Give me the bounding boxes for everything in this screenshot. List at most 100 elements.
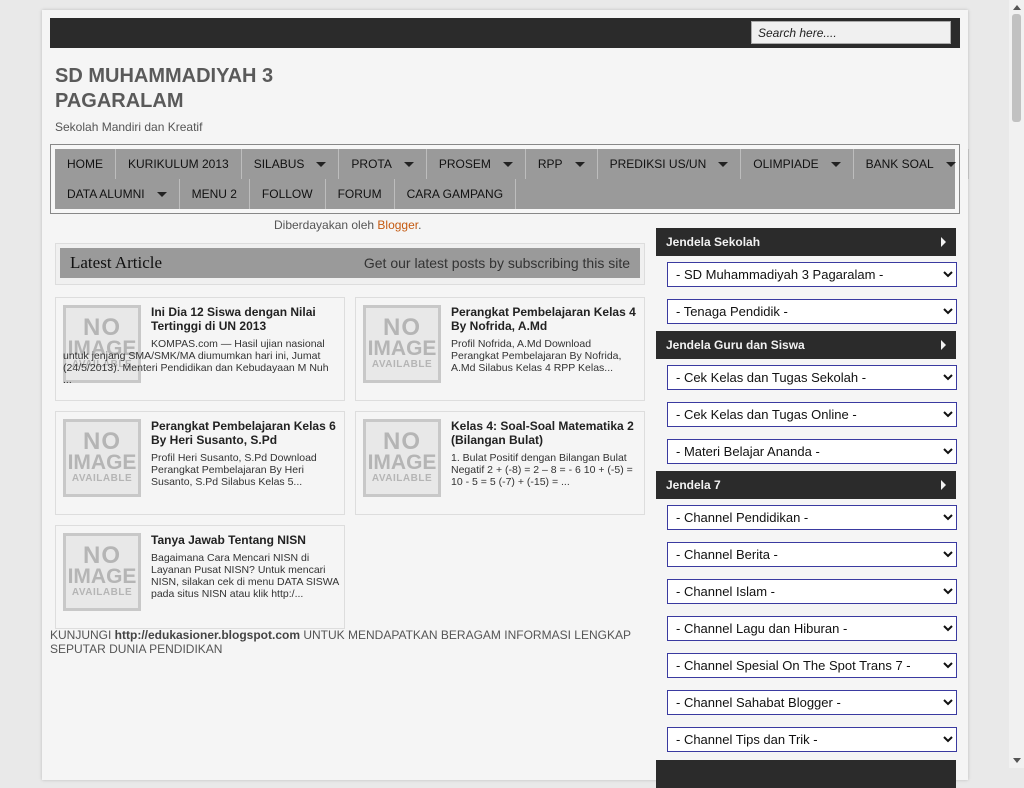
nav-item-prediksi[interactable]: PREDIKSI US/UN <box>598 149 742 179</box>
nav-item-label: SILABUS <box>253 157 305 171</box>
nav-item-label: FORUM <box>337 187 382 201</box>
latest-article-bar: Latest Article Get our latest posts by s… <box>60 248 640 278</box>
main-nav-wrapper: HOME KURIKULUM 2013 SILABUS PROTA PROSEM… <box>50 144 969 214</box>
main-nav: HOME KURIKULUM 2013 SILABUS PROTA PROSEM… <box>55 149 969 209</box>
select-channel-sahabat-blogger[interactable]: - Channel Sahabat Blogger - <box>667 690 957 715</box>
widget-title: Jendela Sekolah <box>666 235 761 249</box>
select-channel-pendidikan[interactable]: - Channel Pendidikan - <box>667 505 957 530</box>
search-input[interactable] <box>751 21 951 44</box>
no-image-thumbnail[interactable]: NO IMAGE AVAILABLE <box>363 305 441 383</box>
post-excerpt: KOMPAS.com — Hasil ujian nasional untuk … <box>63 338 329 386</box>
thumb-image: IMAGE <box>67 451 137 474</box>
latest-article-subtitle: Get our latest posts by subscribing this… <box>363 255 630 271</box>
nav-item-follow[interactable]: FOLLOW <box>250 179 326 209</box>
nav-item-label: HOME <box>67 157 103 171</box>
chevron-down-icon <box>945 161 956 167</box>
nav-item-cara-gampang[interactable]: CARA GAMPANG <box>395 179 517 209</box>
select-tenaga-pendidik[interactable]: - Tenaga Pendidik - <box>667 299 957 324</box>
select-materi-belajar[interactable]: - Materi Belajar Ananda - <box>667 439 957 464</box>
post-title-link[interactable]: Perangkat Pembelajaran Kelas 4 By Nofrid… <box>451 305 641 333</box>
no-image-thumbnail[interactable]: NO IMAGE AVAILABLE <box>363 419 441 497</box>
post-title-link[interactable]: Ini Dia 12 Siswa dengan Nilai Tertinggi … <box>151 305 341 333</box>
page-scrollbar[interactable] <box>1009 0 1024 768</box>
widget-header-next[interactable] <box>656 760 956 788</box>
post-excerpt: Profil Nofrida, A.Md Download Perangkat … <box>451 338 622 374</box>
post-title-link[interactable]: Perangkat Pembelajaran Kelas 6 By Heri S… <box>151 419 341 447</box>
nav-item-label: MENU 2 <box>191 187 237 201</box>
arrow-right-icon <box>941 237 946 247</box>
blog-title[interactable]: SD MUHAMMADIYAH 3 PAGARALAM <box>55 64 335 114</box>
nav-item-label: PROTA <box>351 157 392 171</box>
select-sd-muhammadiyah[interactable]: - SD Muhammadiyah 3 Pagaralam - <box>667 262 957 287</box>
post-excerpt: 1. Bulat Positif dengan Bilangan Bulat N… <box>451 452 633 488</box>
footer-note-prefix: KUNJUNGI <box>50 628 115 642</box>
arrow-right-icon <box>941 340 946 350</box>
select-channel-tips[interactable]: - Channel Tips dan Trik - <box>667 727 957 752</box>
no-image-thumbnail[interactable]: NO IMAGE AVAILABLE <box>63 419 141 497</box>
thumb-available: AVAILABLE <box>371 473 433 484</box>
post-card: NO IMAGE AVAILABLE Perangkat Pembelajaran … <box>55 411 345 515</box>
nav-item-label: RPP <box>537 157 563 171</box>
footer-note-url[interactable]: http://edukasioner.blogspot.com <box>115 628 300 642</box>
select-cek-kelas-sekolah[interactable]: - Cek Kelas dan Tugas Sekolah - <box>667 365 957 390</box>
footer-note: KUNJUNGI http://edukasioner.blogspot.com… <box>50 628 650 656</box>
nav-item-rpp[interactable]: RPP <box>526 149 598 179</box>
no-image-thumbnail[interactable]: NO IMAGE AVAILABLE <box>63 533 141 611</box>
latest-article-title: Latest Article <box>70 253 163 272</box>
nav-row-2: DATA ALUMNI MENU 2 FOLLOW FORUM CARA GAM… <box>55 179 955 209</box>
chevron-down-icon <box>316 161 327 167</box>
thumb-no: NO <box>83 542 121 569</box>
scroll-up-arrow-icon[interactable] <box>1013 5 1021 10</box>
select-channel-berita[interactable]: - Channel Berita - <box>667 542 957 567</box>
thumb-no: NO <box>383 314 421 341</box>
select-channel-spesial[interactable]: - Channel Spesial On The Spot Trans 7 - <box>667 653 957 678</box>
nav-row-1: HOME KURIKULUM 2013 SILABUS PROTA PROSEM… <box>55 149 969 179</box>
nav-item-prota[interactable]: PROTA <box>339 149 427 179</box>
post-title-link[interactable]: Tanya Jawab Tentang NISN <box>151 533 341 547</box>
chevron-down-icon <box>502 161 513 167</box>
blogger-link[interactable]: Blogger <box>377 218 418 232</box>
nav-item-label: KURIKULUM 2013 <box>128 157 229 171</box>
nav-item-label: PROSEM <box>438 157 491 171</box>
nav-item-menu-2[interactable]: MENU 2 <box>180 179 250 209</box>
post-excerpt: Profil Heri Susanto, S.Pd Download Peran… <box>151 452 317 488</box>
nav-item-olimpiade[interactable]: OLIMPIADE <box>741 149 854 179</box>
nav-item-forum[interactable]: FORUM <box>326 179 395 209</box>
nav-item-kurikulum-2013[interactable]: KURIKULUM 2013 <box>116 149 242 179</box>
select-channel-islam[interactable]: - Channel Islam - <box>667 579 957 604</box>
top-bar <box>50 18 960 48</box>
post-excerpt: Bagaimana Cara Mencari NISN di Layanan P… <box>151 552 339 600</box>
select-cek-kelas-online[interactable]: - Cek Kelas dan Tugas Online - <box>667 402 957 427</box>
widget-header-jendela-7[interactable]: Jendela 7 <box>656 471 956 499</box>
nav-item-silabus[interactable]: SILABUS <box>242 149 340 179</box>
widget-title: Jendela 7 <box>666 478 721 492</box>
nav-item-home[interactable]: HOME <box>55 149 116 179</box>
thumb-no: NO <box>383 428 421 455</box>
post-title-link[interactable]: Kelas 4: Soal-Soal Matematika 2 (Bilanga… <box>451 419 641 447</box>
nav-item-label: FOLLOW <box>261 187 313 201</box>
powered-by-text: Diberdayakan oleh <box>274 218 378 232</box>
thumb-image: IMAGE <box>367 451 437 474</box>
thumb-available: AVAILABLE <box>71 473 133 484</box>
chevron-down-icon <box>718 161 729 167</box>
select-channel-lagu[interactable]: - Channel Lagu dan Hiburan - <box>667 616 957 641</box>
chevron-down-icon <box>830 161 841 167</box>
chevron-down-icon <box>156 191 167 197</box>
blog-page: SD MUHAMMADIYAH 3 PAGARALAM Sekolah Mand… <box>42 10 969 788</box>
post-card: NO IMAGE AVAILABLE Tanya Jawab Tentang NIS… <box>55 525 345 629</box>
nav-item-bank-soal[interactable]: BANK SOAL <box>854 149 969 179</box>
scroll-down-arrow-icon[interactable] <box>1013 758 1021 763</box>
nav-item-label: DATA ALUMNI <box>67 187 145 201</box>
widget-header-jendela-sekolah[interactable]: Jendela Sekolah <box>656 228 956 256</box>
widget-title: Jendela Guru dan Siswa <box>666 338 805 352</box>
nav-item-data-alumni[interactable]: DATA ALUMNI <box>55 179 180 209</box>
thumb-available: AVAILABLE <box>71 587 133 598</box>
thumb-image: IMAGE <box>367 337 437 360</box>
thumb-available: AVAILABLE <box>371 359 433 370</box>
nav-item-label: OLIMPIADE <box>753 157 819 171</box>
nav-item-label: PREDIKSI US/UN <box>609 157 707 171</box>
latest-article-header: Latest Article Get our latest posts by s… <box>55 243 645 285</box>
nav-item-prosem[interactable]: PROSEM <box>427 149 526 179</box>
widget-header-jendela-guru[interactable]: Jendela Guru dan Siswa <box>656 331 956 359</box>
scrollbar-thumb[interactable] <box>1012 14 1021 122</box>
